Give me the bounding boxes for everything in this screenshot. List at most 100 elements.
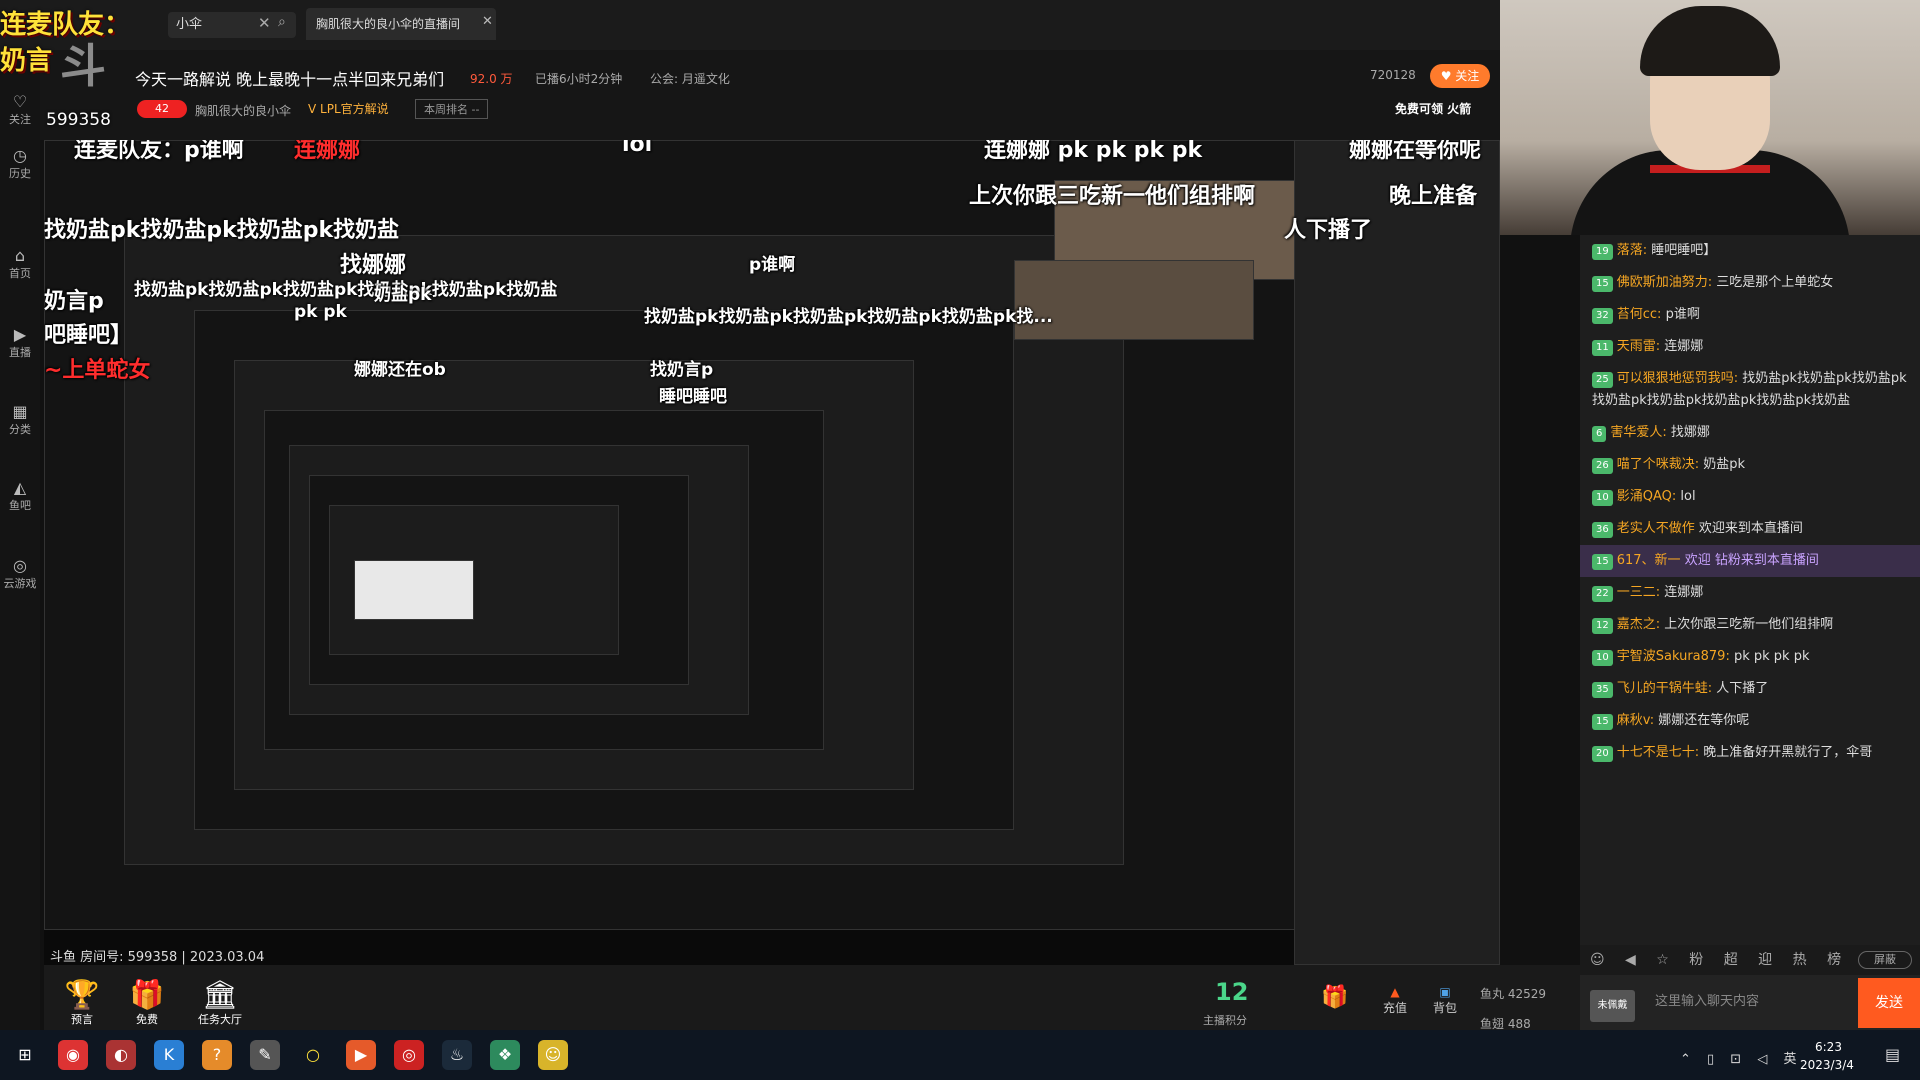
- danmu: 找奶盐pk找奶盐pk找奶盐pk找奶盐: [44, 218, 400, 243]
- chat-username[interactable]: 老实人不做作: [1617, 521, 1695, 536]
- start-icon[interactable]: ⊞: [10, 1040, 40, 1070]
- nav-home[interactable]: ⌂ 首页: [2, 246, 38, 281]
- fan-badge: 15: [1592, 276, 1613, 292]
- chat-panel[interactable]: 19 落落: 睡吧睡吧】 15 佛欧斯加油努力: 三吃是那个上单蛇女 32 苔何cc: p…: [1580, 235, 1920, 965]
- steam-icon[interactable]: ♨: [442, 1040, 472, 1070]
- fan-badge: 36: [1592, 522, 1613, 538]
- guild-label[interactable]: 公会: 月遥文化: [650, 70, 730, 87]
- trophy-icon: 🏆: [64, 978, 100, 1011]
- chat-username[interactable]: 麻秋v:: [1617, 713, 1654, 728]
- chat-username[interactable]: 影涌QAQ:: [1617, 489, 1677, 504]
- chat-text: 人下播了: [1716, 681, 1769, 696]
- grid-icon: ▦: [12, 402, 28, 421]
- chat-username[interactable]: 害华爱人:: [1610, 425, 1666, 440]
- chat-text: 晚上准备好开黑就行了，伞哥: [1703, 745, 1873, 760]
- clear-icon[interactable]: ✕: [258, 14, 271, 32]
- gift-prophecy[interactable]: 🏆 预言: [60, 978, 104, 1027]
- chat-text: 奶盐pk: [1703, 457, 1746, 472]
- app-icon[interactable]: ❖: [490, 1040, 520, 1070]
- notification-icon[interactable]: ▤: [1885, 1045, 1900, 1064]
- close-icon[interactable]: ✕: [482, 14, 493, 29]
- chat-username[interactable]: 飞儿的干锅牛蛙:: [1617, 681, 1712, 696]
- nav-cloud-game[interactable]: ◎ 云游戏: [2, 556, 38, 591]
- app-icon[interactable]: ○: [298, 1040, 328, 1070]
- backpack-button[interactable]: ▣ 背包: [1425, 985, 1465, 1016]
- danmu: 娜娜还在ob: [354, 360, 446, 380]
- chat-username[interactable]: 可以狠狠地惩罚我吗:: [1617, 371, 1738, 386]
- chrome-icon[interactable]: ◉: [58, 1040, 88, 1070]
- left-nav: ♡ 关注 ◷ 历史 ⌂ 首页 ▶ 直播 ▦ 分类 ◭ 鱼吧 ◎ 云游戏: [0, 50, 40, 1050]
- room-title: 今天一路解说 晚上最晚十一点半回来兄弟们: [135, 70, 445, 89]
- recharge-button[interactable]: ▲ 充值: [1375, 985, 1415, 1016]
- chat-message: 6 害华爱人: 找娜娜: [1580, 417, 1920, 449]
- system-tray[interactable]: ⌃ ▯ ⊡ ◁ 英: [1680, 1048, 1802, 1067]
- chat-username[interactable]: 苔何cc:: [1617, 307, 1662, 322]
- tab-live-room[interactable]: 胸肌很大的良小伞的直播间: [306, 8, 496, 40]
- room-id-overlay: 599358: [46, 110, 111, 130]
- fan-badge: 35: [1592, 682, 1613, 698]
- chat-username[interactable]: 喵了个咪裁决:: [1617, 457, 1699, 472]
- chat-text: 上次你跟三吃新一他们组排啊: [1664, 617, 1834, 632]
- nav-category[interactable]: ▦ 分类: [2, 402, 38, 437]
- send-button[interactable]: 发送: [1858, 978, 1920, 1028]
- chat-username[interactable]: 十七不是七十:: [1617, 745, 1699, 760]
- nav-follow[interactable]: ♡ 关注: [2, 92, 38, 127]
- home-icon: ⌂: [14, 246, 26, 265]
- netease-music-icon[interactable]: ◎: [394, 1040, 424, 1070]
- recursive-frame: [354, 560, 474, 620]
- app-icon[interactable]: ?: [202, 1040, 232, 1070]
- chat-message: 15 佛欧斯加油努力: 三吃是那个上单蛇女: [1580, 267, 1920, 299]
- danmu: ~上单蛇女: [44, 358, 151, 383]
- video-player[interactable]: 连麦队友：p谁啊 连娜娜 lol 连娜娜 pk pk pk pk 娜娜在等你呢 …: [44, 140, 1500, 965]
- weekly-rank[interactable]: 本周排名 --: [415, 99, 489, 119]
- douyu-logo-icon: 斗: [60, 39, 106, 93]
- chat-text: 三吃是那个上单蛇女: [1716, 275, 1834, 290]
- danmu: 吧睡吧】: [44, 323, 133, 348]
- chat-username[interactable]: 落落:: [1617, 243, 1647, 258]
- nav-fishbar[interactable]: ◭ 鱼吧: [2, 478, 38, 513]
- nav-history[interactable]: ◷ 历史: [2, 146, 38, 181]
- anchor-points-value: 12: [1215, 978, 1249, 1006]
- clock-date[interactable]: 2023/3/4: [1800, 1058, 1854, 1072]
- chat-text: 连娜娜: [1664, 339, 1704, 354]
- gift-box-icon: 🎁: [129, 978, 165, 1011]
- danmu: 找奶盐pk找奶盐pk找奶盐pk找奶盐pk找奶盐pk找...: [644, 307, 1053, 327]
- windows-taskbar: [0, 1030, 1920, 1080]
- danmu: 连娜娜 pk pk pk pk: [984, 140, 1203, 163]
- app-icon[interactable]: ☺: [538, 1040, 568, 1070]
- chat-input[interactable]: 这里输入聊天内容: [1655, 990, 1855, 1009]
- clock-time[interactable]: 6:23: [1815, 1040, 1842, 1054]
- chat-username[interactable]: 617、新一: [1617, 553, 1681, 568]
- app-icon[interactable]: ✎: [250, 1040, 280, 1070]
- kugou-icon[interactable]: K: [154, 1040, 184, 1070]
- free-gift-banner[interactable]: 免费可领 火箭: [1395, 100, 1471, 117]
- browser-icon[interactable]: ◐: [106, 1040, 136, 1070]
- gamepad-icon: ◎: [13, 556, 27, 575]
- shield-button[interactable]: 屏蔽: [1858, 951, 1912, 969]
- follower-count: 720128: [1370, 68, 1416, 82]
- chat-text: pk pk pk pk: [1733, 649, 1810, 664]
- chat-username[interactable]: 宇智波Sakura879:: [1617, 649, 1730, 664]
- fan-badge-button[interactable]: 未佩戴: [1590, 990, 1635, 1022]
- webcam-mirror: [1014, 260, 1254, 340]
- room-number: 斗鱼 房间号: 599358 | 2023.03.04: [50, 950, 265, 965]
- task-hall[interactable]: 🏛 任务大厅: [190, 978, 250, 1027]
- chat-username[interactable]: 佛欧斯加油努力:: [1617, 275, 1712, 290]
- search-icon[interactable]: ⌕: [278, 14, 286, 30]
- douyu-app-icon[interactable]: ▶: [346, 1040, 376, 1070]
- chat-message: 35 飞儿的干锅牛蛙: 人下播了: [1580, 673, 1920, 705]
- task-hall-icon: 🏛: [202, 978, 238, 1011]
- chat-username[interactable]: 嘉杰之:: [1617, 617, 1660, 632]
- nav-live[interactable]: ▶ 直播: [2, 325, 38, 360]
- chat-username[interactable]: 一三二:: [1617, 585, 1660, 600]
- gift-free[interactable]: 🎁 免费: [125, 978, 169, 1027]
- chat-username[interactable]: 天雨雷:: [1617, 339, 1660, 354]
- fan-badge: 11: [1592, 340, 1613, 356]
- gift-icon[interactable]: 🎁: [1315, 985, 1355, 1010]
- follow-button[interactable]: ♥ 关注: [1430, 64, 1490, 88]
- streamer-name[interactable]: 胸肌很大的良小伞: [195, 102, 291, 119]
- chat-message: 15 617、新一 欢迎 钻粉来到本直播间: [1580, 545, 1920, 577]
- fan-badge: 15: [1592, 714, 1613, 730]
- search-input[interactable]: 小伞: [168, 12, 296, 38]
- danmu: 人下播了: [1284, 218, 1373, 243]
